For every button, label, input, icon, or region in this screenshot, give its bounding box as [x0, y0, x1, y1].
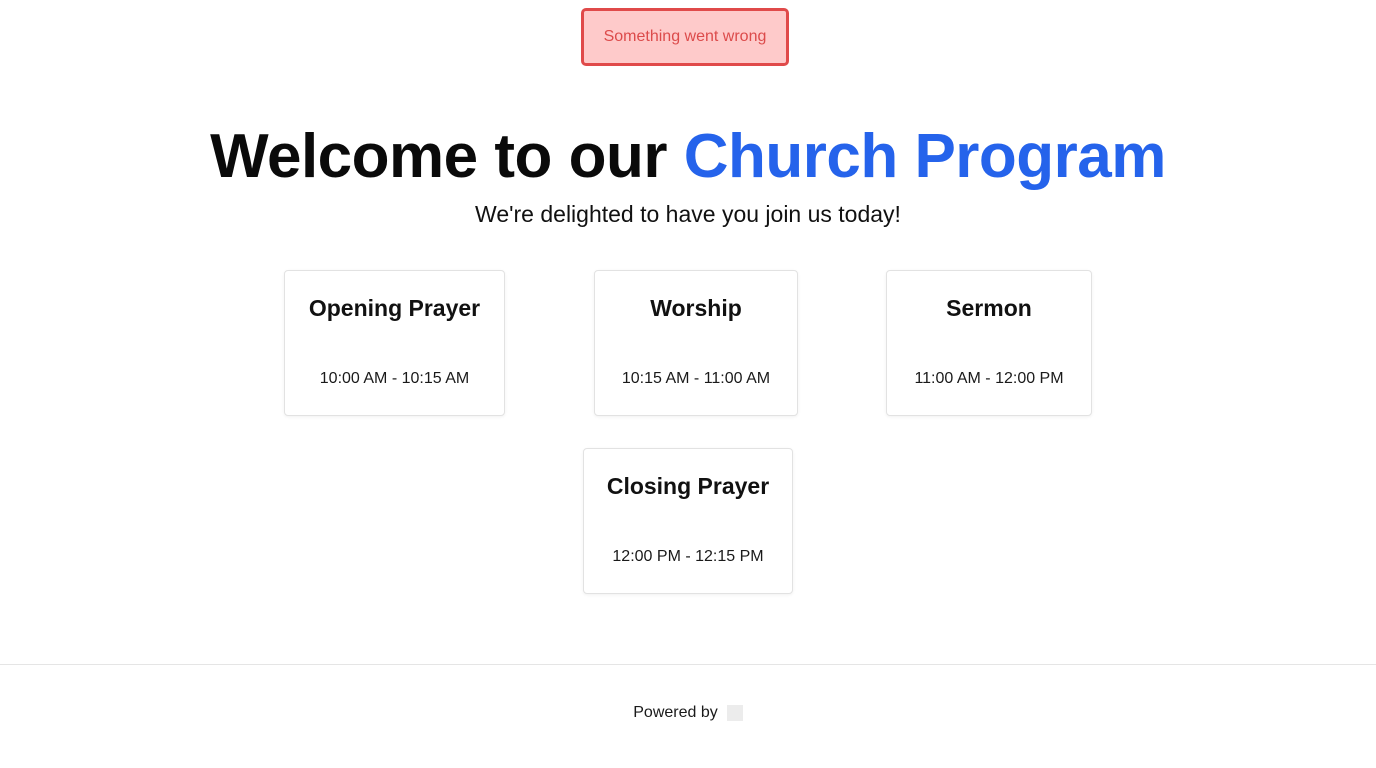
program-card-time: 10:15 AM - 11:00 AM [621, 370, 771, 387]
program-card-time: 10:00 AM - 10:15 AM [319, 370, 470, 387]
footer: Powered by [0, 702, 1376, 724]
page-title: Welcome to our Church Program [0, 118, 1376, 196]
brand-logo-icon[interactable] [726, 705, 743, 721]
program-card-sermon: Sermon 11:00 AM - 12:00 PM [886, 270, 1092, 416]
program-card-worship: Worship 10:15 AM - 11:00 AM [594, 270, 798, 416]
page-subtitle: We're delighted to have you join us toda… [475, 201, 901, 227]
program-card-time: 12:00 PM - 12:15 PM [612, 548, 764, 565]
error-message: Something went wrong [603, 28, 767, 45]
powered-by-text: Powered by [633, 704, 718, 721]
program-card-title: Worship [650, 295, 742, 321]
footer-divider [0, 664, 1376, 665]
page: Something went wrong Welcome to our Chur… [0, 0, 1376, 768]
program-card-title: Opening Prayer [308, 295, 481, 321]
page-title-prefix: Welcome to our [210, 122, 684, 191]
error-toast: Something went wrong [581, 8, 789, 66]
program-card-closing-prayer: Closing Prayer 12:00 PM - 12:15 PM [583, 448, 793, 594]
page-title-accent: Church Program [683, 122, 1167, 191]
program-card-title: Closing Prayer [606, 473, 770, 499]
program-card-opening-prayer: Opening Prayer 10:00 AM - 10:15 AM [284, 270, 505, 416]
program-card-title: Sermon [946, 295, 1032, 321]
program-card-time: 11:00 AM - 12:00 PM [914, 370, 1064, 387]
